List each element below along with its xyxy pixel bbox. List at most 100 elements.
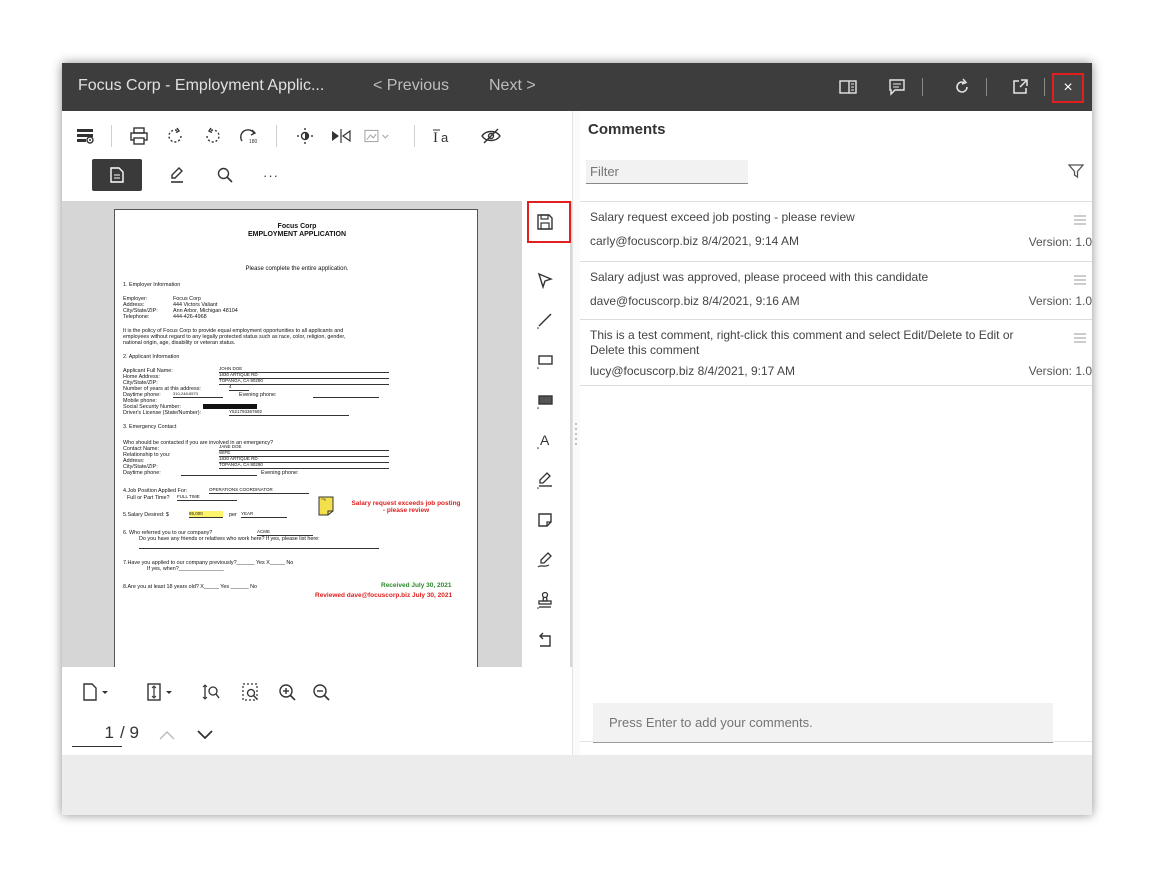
reviewed-stamp[interactable]: Reviewed dave@focuscorp.biz July 30, 202… [315, 592, 452, 599]
rectangle-tool-icon[interactable] [530, 345, 560, 375]
doc-value: 4 [229, 384, 249, 391]
panel-toggle-icon[interactable] [836, 75, 860, 99]
comment-menu-icon[interactable] [1074, 330, 1086, 343]
rotate-counterclockwise-icon[interactable] [200, 123, 226, 149]
ellipsis-icon: ··· [263, 167, 279, 183]
rotate-clockwise-icon[interactable] [162, 123, 188, 149]
save-highlight-outline [527, 201, 571, 243]
doc-text: If yes, when?_______________ [147, 566, 224, 572]
viewer-window: Focus Corp - Employment Applic... < Prev… [62, 63, 1092, 815]
zoom-fit-height-icon[interactable] [198, 679, 224, 705]
doc-text: national origin, age, disability or vete… [123, 340, 236, 346]
close-button[interactable]: × [1052, 73, 1084, 103]
view-settings-icon[interactable] [72, 123, 98, 149]
svg-text:A: A [540, 432, 550, 448]
close-icon: × [1063, 79, 1073, 96]
sticky-note-tool-icon[interactable] [530, 505, 560, 535]
highlighter-tool-icon[interactable] [530, 465, 560, 495]
doc-label: Evening phone: [239, 392, 277, 398]
page-total: / 9 [120, 723, 139, 742]
comment-author: dave@focuscorp.biz [590, 294, 699, 308]
filled-rectangle-tool-icon[interactable] [530, 385, 560, 415]
page-number-input[interactable]: 1 [72, 723, 122, 747]
comment-text: This is a test comment, right-click this… [590, 328, 1014, 357]
fit-height-dropdown-icon[interactable] [144, 679, 178, 705]
doc-value: YEAR [241, 511, 287, 518]
comments-icon[interactable] [885, 75, 909, 99]
doc-value: Y521793367692 [229, 409, 349, 416]
annotate-mode-button[interactable] [152, 159, 202, 191]
brightness-icon[interactable] [292, 123, 318, 149]
filter-input[interactable] [586, 160, 748, 184]
doc-blank-line [139, 548, 379, 549]
doc-section-heading: 2. Applicant Information [123, 354, 180, 360]
flip-horizontal-icon[interactable] [328, 123, 354, 149]
previous-page-icon[interactable] [154, 722, 180, 748]
doc-blank-line [313, 397, 379, 398]
comment-menu-icon[interactable] [1074, 212, 1086, 225]
document-title: Focus Corp - Employment Applic... [78, 77, 325, 94]
print-icon[interactable] [126, 123, 152, 149]
doc-value: 310-248-6573 [173, 391, 223, 398]
comment-item[interactable]: Salary request exceed job posting - plea… [580, 202, 1092, 262]
document-mode-button[interactable] [92, 159, 142, 191]
doc-text: 8.Are you at least 18 years old? X_____ … [123, 584, 257, 590]
text-recognition-icon[interactable]: Ia [430, 123, 456, 149]
comment-menu-icon[interactable] [1074, 272, 1086, 285]
window-footer [62, 755, 1092, 815]
select-arrow-icon[interactable] [530, 265, 560, 295]
doc-label: 5.Salary Desired: $ [123, 512, 169, 518]
doc-label: Full or Part Time? [127, 495, 170, 501]
comment-date: 8/4/2021, 9:14 AM [701, 234, 799, 248]
previous-button[interactable]: < Previous [373, 77, 449, 95]
more-options-button[interactable]: ··· [246, 159, 296, 191]
comment-text: Salary request exceed job posting - plea… [590, 210, 855, 224]
page-layout-dropdown-icon[interactable] [80, 679, 114, 705]
search-icon [217, 167, 233, 183]
rotate-180-icon[interactable]: 180 [236, 123, 262, 149]
comment-author: lucy@focuscorp.biz [590, 364, 695, 378]
refresh-icon[interactable] [950, 75, 974, 99]
pane-splitter[interactable] [572, 111, 580, 755]
salary-note-annotation[interactable]: Salary request exceeds job posting - ple… [351, 500, 461, 514]
separator [922, 78, 923, 96]
received-stamp[interactable]: Received July 30, 2021 [381, 582, 451, 589]
doc-value: TOPANGA, CA 90290 [219, 462, 389, 469]
next-page-icon[interactable] [192, 722, 218, 748]
zoom-in-icon[interactable] [274, 679, 300, 705]
comments-panel: Comments Salary request exceed job posti… [580, 111, 1092, 755]
filter-icon[interactable] [1067, 163, 1086, 181]
doc-label: Daytime phone: [123, 470, 161, 476]
document-pane: 180 Ia ··· Focus Corp EMPLOYMENT APPLICA… [62, 111, 572, 767]
comment-date: 8/4/2021, 9:16 AM [702, 294, 800, 308]
comment-text: Salary adjust was approved, please proce… [590, 270, 929, 284]
comments-title: Comments [588, 121, 666, 138]
hide-annotations-icon[interactable] [478, 123, 504, 149]
zoom-out-icon[interactable] [308, 679, 334, 705]
title-bar: Focus Corp - Employment Applic... < Prev… [62, 63, 1092, 111]
comment-item[interactable]: This is a test comment, right-click this… [580, 320, 1092, 386]
doc-label: per [229, 512, 237, 518]
doc-value: 85,000 [189, 511, 223, 518]
document-page[interactable]: Focus Corp EMPLOYMENT APPLICATION Please… [114, 209, 478, 669]
add-comment-input[interactable] [593, 703, 1053, 743]
search-button[interactable] [200, 159, 250, 191]
freehand-tool-icon[interactable] [530, 545, 560, 575]
line-tool-icon[interactable] [530, 305, 560, 335]
zoom-to-page-icon[interactable] [238, 679, 264, 705]
pop-out-icon[interactable] [1008, 75, 1032, 99]
sticky-note-icon[interactable] [318, 496, 334, 516]
doc-value: 444-426-4968 [173, 314, 207, 320]
comments-list: Salary request exceed job posting - plea… [580, 201, 1092, 386]
image-options-icon[interactable] [364, 123, 390, 149]
text-tool-icon[interactable]: A [530, 425, 560, 455]
stamp-tool-icon[interactable] [530, 585, 560, 615]
next-button[interactable]: Next > [489, 77, 536, 95]
comment-meta: dave@focuscorp.biz 8/4/2021, 9:16 AM [590, 294, 1084, 308]
separator [276, 125, 277, 147]
comment-item[interactable]: Salary adjust was approved, please proce… [580, 262, 1092, 320]
undo-icon[interactable] [530, 625, 560, 655]
separator [986, 78, 987, 96]
doc-text: Do you have any friends or relatives who… [139, 536, 320, 542]
doc-value: ACME [257, 529, 313, 536]
